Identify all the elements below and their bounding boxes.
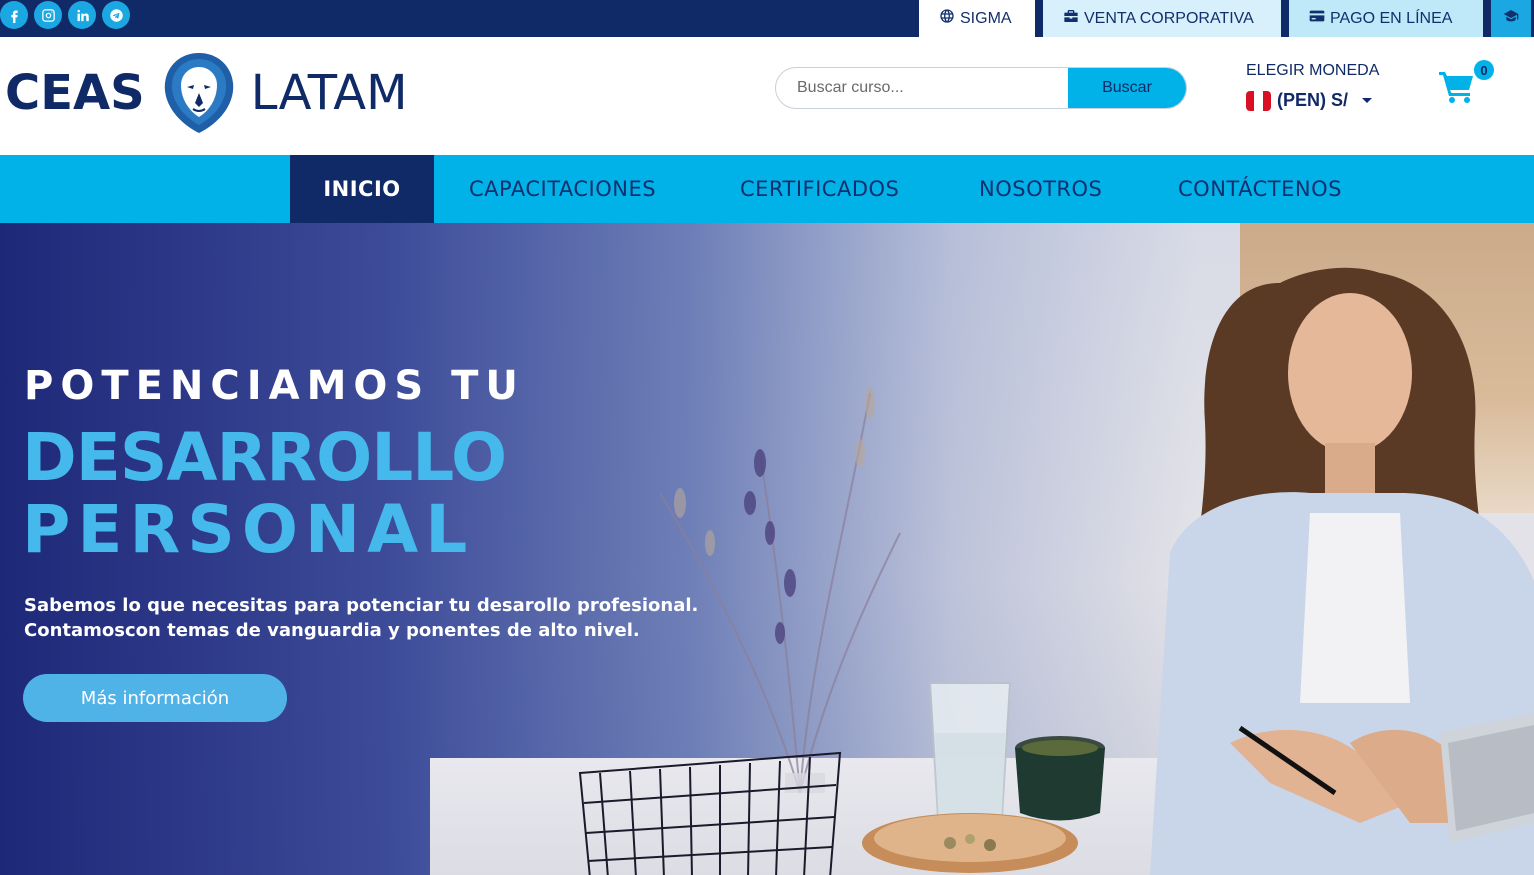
nav-item-inicio[interactable]: INICIO xyxy=(290,155,434,223)
search-button[interactable]: Buscar xyxy=(1068,68,1186,108)
venta-corporativa-label: VENTA CORPORATIVA xyxy=(1084,9,1254,27)
telegram-icon[interactable] xyxy=(102,1,130,29)
hero-title-line-3: PERSONAL xyxy=(22,491,475,568)
main-navigation: INICIO CAPACITACIONES CERTIFICADOS NOSOT… xyxy=(0,155,1534,223)
mas-informacion-button[interactable]: Más información xyxy=(23,674,287,722)
chevron-down-icon xyxy=(1362,98,1373,103)
shopping-cart-icon xyxy=(1439,72,1473,103)
hero-glass-image xyxy=(928,682,1012,819)
top-bar: SIGMA VENTA CORPORATIVA PAGO EN LÍNEA xyxy=(0,0,1534,37)
cart-button[interactable] xyxy=(1439,70,1475,104)
nav-item-contactenos[interactable]: CONTÁCTENOS xyxy=(1178,155,1342,223)
lion-icon xyxy=(164,53,233,133)
hero-tray-image xyxy=(862,813,1078,873)
instagram-icon[interactable] xyxy=(34,1,62,29)
nav-item-nosotros[interactable]: NOSOTROS xyxy=(979,155,1102,223)
logo-text-ceas: CEAS xyxy=(5,65,145,121)
top-links: SIGMA VENTA CORPORATIVA PAGO EN LÍNEA xyxy=(919,0,1531,37)
venta-corporativa-link[interactable]: VENTA CORPORATIVA xyxy=(1043,0,1281,37)
pago-en-linea-link[interactable]: PAGO EN LÍNEA xyxy=(1289,0,1483,37)
globe-icon xyxy=(939,8,955,29)
hero-description-line-1: Sabemos lo que necesitas para potenciar … xyxy=(24,595,699,616)
currency-dropdown[interactable]: (PEN) S/ xyxy=(1246,90,1373,111)
site-logo[interactable]: CEAS LATAM xyxy=(5,50,408,136)
graduation-cap-icon xyxy=(1503,8,1519,29)
aula-virtual-link[interactable] xyxy=(1491,0,1531,37)
hero-plant-image xyxy=(659,387,901,793)
hero-banner: POTENCIAMOS TU DESARROLLO PERSONAL Sabem… xyxy=(0,223,1534,875)
facebook-icon[interactable] xyxy=(0,1,28,29)
hero-description-line-2: Contamoscon temas de vanguardia y ponent… xyxy=(24,620,640,641)
sigma-link[interactable]: SIGMA xyxy=(919,0,1035,37)
pago-en-linea-label: PAGO EN LÍNEA xyxy=(1330,9,1453,27)
hero-title-line-1: POTENCIAMOS TU xyxy=(24,363,525,409)
briefcase-icon xyxy=(1063,8,1079,29)
hero-basket-image xyxy=(578,751,842,875)
credit-card-icon xyxy=(1309,8,1325,29)
peru-flag-icon xyxy=(1246,90,1271,111)
currency-label: ELEGIR MONEDA xyxy=(1246,62,1380,79)
sigma-label: SIGMA xyxy=(960,9,1012,27)
search-input[interactable] xyxy=(776,68,1068,108)
hero-laptop-image xyxy=(1440,713,1534,843)
nav-item-certificados[interactable]: CERTIFICADOS xyxy=(740,155,899,223)
currency-value: (PEN) S/ xyxy=(1277,90,1349,110)
cart-count-badge: 0 xyxy=(1474,60,1494,80)
nav-item-capacitaciones[interactable]: CAPACITACIONES xyxy=(469,155,656,223)
social-links xyxy=(0,1,130,29)
hero-description: Sabemos lo que necesitas para potenciar … xyxy=(24,593,744,643)
logo-text-latam: LATAM xyxy=(250,65,408,121)
hero-title-line-2: DESARROLLO xyxy=(22,419,507,496)
search-bar: Buscar xyxy=(775,67,1187,109)
linkedin-icon[interactable] xyxy=(68,1,96,29)
